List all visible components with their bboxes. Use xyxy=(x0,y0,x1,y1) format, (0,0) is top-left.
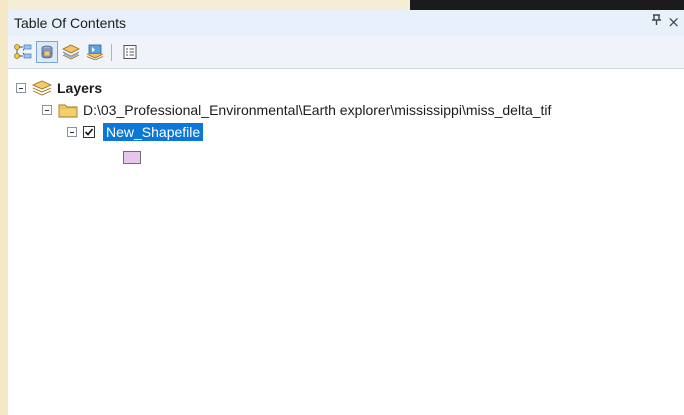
tree-row-data-source[interactable]: D:\03_Professional_Environmental\Earth e… xyxy=(42,100,551,120)
list-by-selection-icon xyxy=(86,44,104,60)
list-by-visibility-icon xyxy=(62,44,80,60)
folder-icon xyxy=(58,104,78,118)
layer-visibility-checkbox[interactable] xyxy=(83,126,95,138)
collapse-layers-toggle[interactable] xyxy=(16,83,26,93)
options-icon xyxy=(123,45,137,59)
collapse-layer-toggle[interactable] xyxy=(67,127,77,137)
close-icon[interactable]: × xyxy=(667,13,680,31)
options-button[interactable] xyxy=(119,41,141,63)
list-by-source-button[interactable] xyxy=(36,41,58,63)
list-by-visibility-button[interactable] xyxy=(60,41,82,63)
list-by-drawing-order-button[interactable]: : xyxy=(12,41,34,63)
pin-icon[interactable] xyxy=(651,14,662,30)
tree-row-layers[interactable]: Layers xyxy=(16,78,102,98)
layers-label: Layers xyxy=(57,80,103,96)
table-of-contents-panel: Table Of Contents × : Layers D:\03_Profe… xyxy=(8,10,684,415)
layers-icon xyxy=(32,80,52,96)
list-by-selection-button[interactable] xyxy=(84,41,106,63)
tree-row-layer[interactable]: New_Shapefile xyxy=(67,122,204,142)
list-by-source-icon xyxy=(41,45,53,59)
toc-toolbar: : xyxy=(8,36,684,69)
panel-titlebar: Table Of Contents × xyxy=(8,10,684,36)
panel-title: Table Of Contents xyxy=(14,15,127,31)
toc-tree: Layers D:\03_Professional_Environmental\… xyxy=(8,69,684,415)
window-background-left xyxy=(0,0,8,415)
list-by-drawing-order-icon: : xyxy=(14,44,32,59)
layer-name-label[interactable]: New_Shapefile xyxy=(103,123,204,141)
layer-symbol-swatch[interactable] xyxy=(123,151,141,164)
toolbar-separator xyxy=(111,44,112,61)
collapse-source-toggle[interactable] xyxy=(42,105,52,115)
checkmark-icon xyxy=(84,128,94,136)
data-source-path: D:\03_Professional_Environmental\Earth e… xyxy=(83,102,552,118)
window-background-dark xyxy=(410,0,684,10)
svg-text::: : xyxy=(22,47,25,57)
